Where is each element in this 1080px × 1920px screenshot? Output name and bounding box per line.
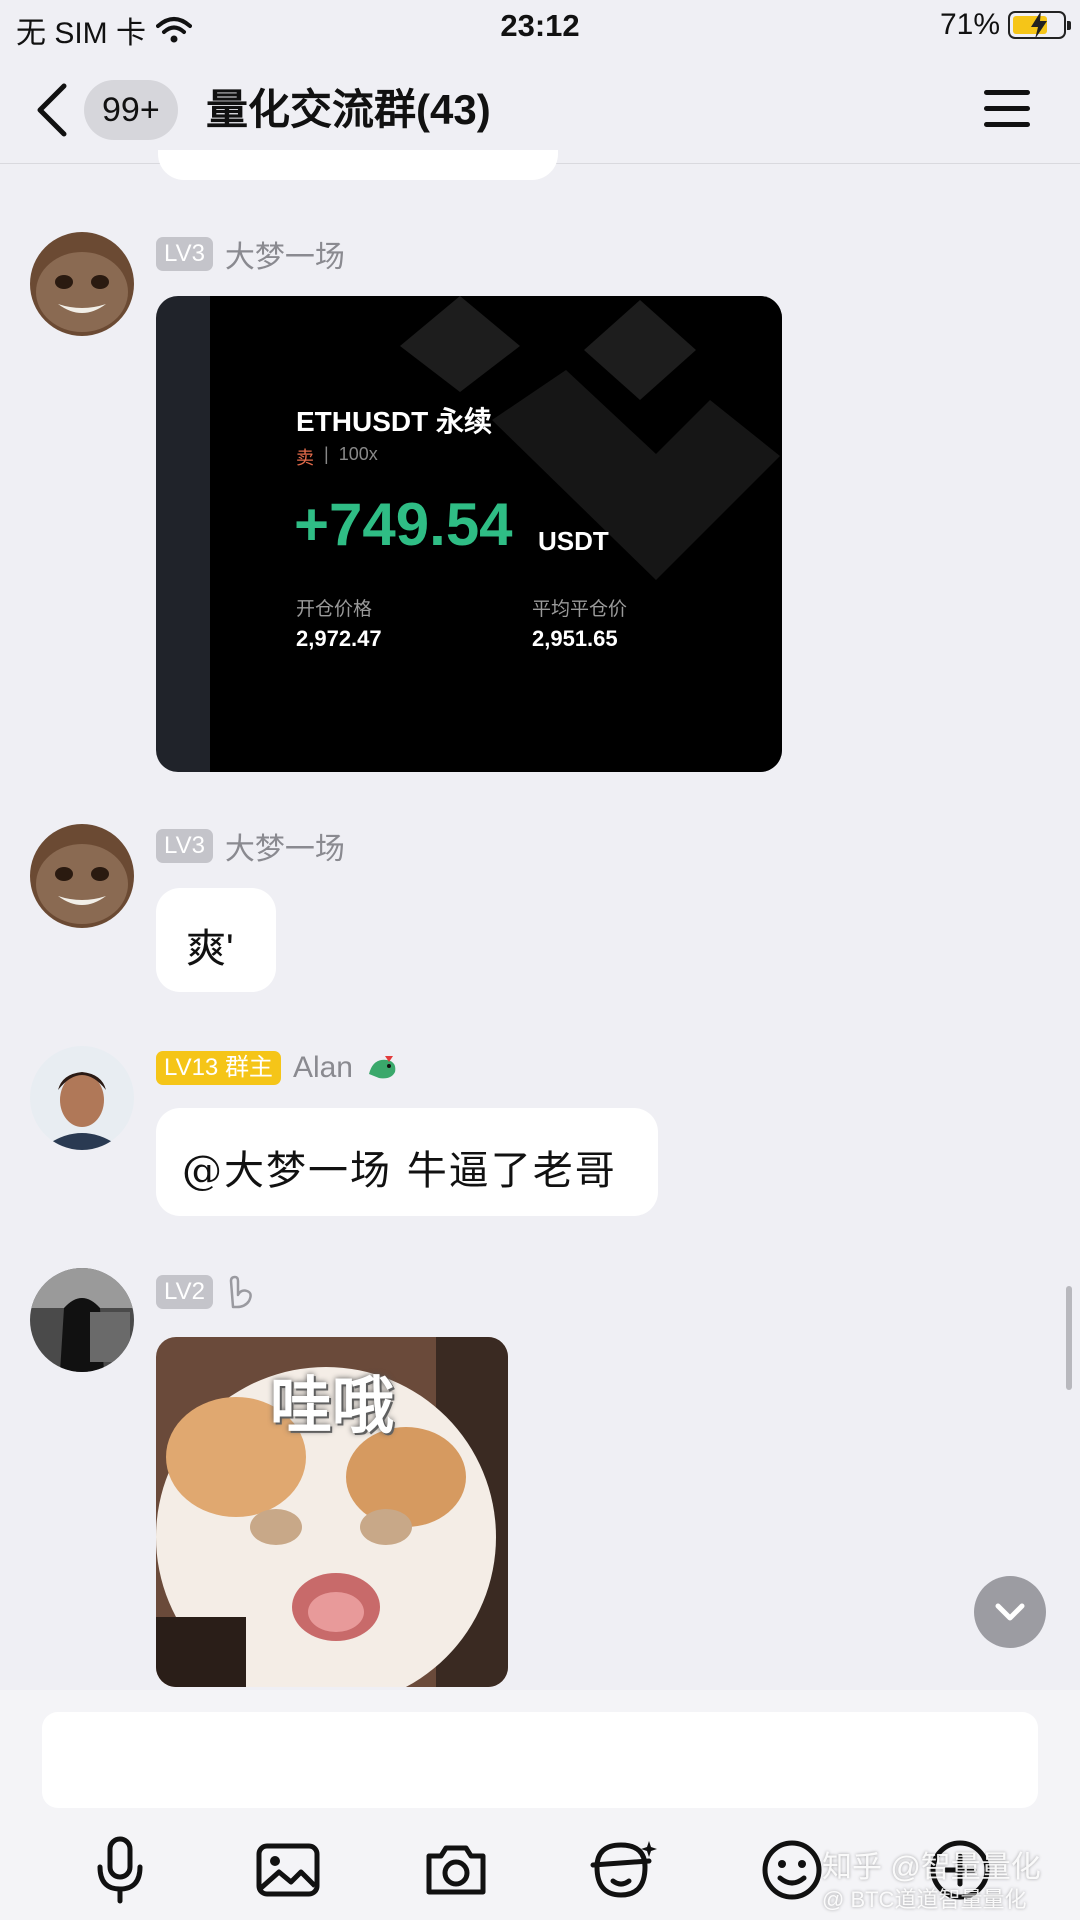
sender-row: LV2 [156,1274,257,1310]
sticker-face-button[interactable] [584,1830,664,1910]
photo-button[interactable] [248,1830,328,1910]
mic-icon [97,1836,143,1904]
level-badge: LV3 [156,829,213,863]
position-meta: 卖 | 100x [296,444,378,470]
avatar[interactable] [30,232,134,336]
owner-level-badge: LV13 群主 [156,1051,281,1085]
divider: | [324,444,329,464]
pnl-value: +749.54 [294,491,513,558]
sender-row: LV3 大梦一场 [156,236,345,274]
avatar[interactable] [30,1046,134,1150]
close-price-label: 平均平仓价 [532,599,628,620]
camera-icon [426,1845,486,1895]
leverage: 100x [338,444,378,464]
dragon-emoji-icon [368,1056,396,1079]
message-text: @大梦一场 牛逼了老哥 [182,1148,617,1194]
message-text: 爽' [186,927,234,971]
battery-icon [1008,11,1071,39]
hand-emoji-icon [229,1275,252,1309]
battery-percent: 71% [939,8,1000,41]
message-input[interactable] [42,1712,1038,1808]
sender-row: LV3 大梦一场 [156,828,345,866]
voice-button[interactable] [80,1830,160,1910]
level-badge: LV2 [156,1275,213,1309]
watermark-line1: 知乎 @智量量化 [822,1851,1041,1884]
camera-button[interactable] [416,1830,496,1910]
trading-pair: ETHUSDT 永续 [296,406,493,437]
chat-header: 99+ 量化交流群(43) [0,54,1080,164]
menu-icon[interactable] [982,88,1032,130]
avatar[interactable] [30,1268,134,1372]
image-icon [256,1843,320,1897]
position-side: 卖 [296,448,314,468]
message-bubble[interactable]: @大梦一场 牛逼了老哥 [156,1108,658,1216]
clock: 23:12 [500,8,580,43]
message-bubble[interactable]: 爽' [156,888,276,992]
level-badge: LV3 [156,237,213,271]
sticker-caption: 哇哦 [269,1372,394,1441]
emoji-button[interactable] [752,1830,832,1910]
open-price-label: 开仓价格 [296,599,373,620]
back-chevron-icon[interactable] [32,82,72,138]
watermark-line2: @ BTC道道智量量化 [822,1887,1027,1912]
sender-row: LV13 群主 Alan [156,1050,401,1086]
sticker-face-icon [590,1841,657,1898]
sender-name[interactable]: 大梦一场 [225,824,345,868]
pnl-unit: USDT [538,526,609,556]
chat-title: 量化交流群(43) [206,86,491,133]
emoji-icon [762,1840,822,1900]
trade-result-card[interactable]: ETHUSDT 永续 卖 | 100x +749.54 USDT 开仓价格 2,… [156,296,782,772]
sender-name[interactable]: 大梦一场 [225,232,345,276]
unread-count-badge[interactable]: 99+ [84,80,178,140]
watermark: 知乎 @智量量化 @ BTC道道智量量化 [822,1852,1041,1916]
scroll-to-bottom-button[interactable] [974,1576,1046,1648]
scroll-indicator[interactable] [1066,1286,1072,1390]
sender-name[interactable]: Alan [293,1051,353,1085]
chevron-down-icon [995,1603,1025,1621]
previous-message-bubble [158,150,558,180]
sticker-image[interactable]: 哇哦 [156,1337,508,1687]
status-bar: 无 SIM 卡 23:12 71% [0,0,1080,54]
close-price-value: 2,951.65 [532,626,618,651]
avatar[interactable] [30,824,134,928]
open-price-value: 2,972.47 [296,626,382,651]
